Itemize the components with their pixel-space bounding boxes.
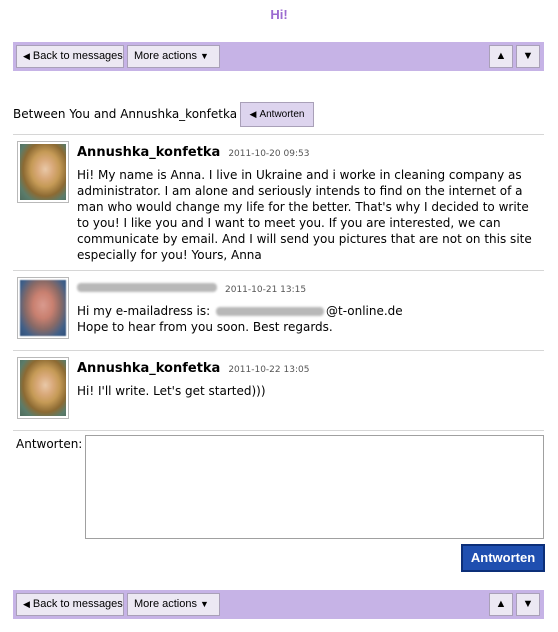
message-text: Hi my e-mailadress is: @t-online.de Hope… <box>77 303 537 335</box>
message-header: Annushka_konfetka 2011-10-20 09:53 <box>77 141 309 160</box>
avatar[interactable] <box>17 141 69 203</box>
message-text-prefix: Hi my e-mailadress is: <box>77 304 211 318</box>
arrow-up-icon: ▲ <box>495 50 507 62</box>
message-text-suffix: @t-online.de <box>326 304 403 318</box>
message-header: Annushka_konfetka 2011-10-22 13:05 <box>77 357 309 376</box>
avatar[interactable] <box>17 357 69 419</box>
message-text-line2: Hope to hear from you soon. Best regards… <box>77 320 333 334</box>
redacted-email <box>216 307 324 316</box>
more-actions-button[interactable]: More actions ▼ <box>127 45 220 68</box>
bottom-toolbar: ◀ Back to messages More actions ▼ ▲ ▼ <box>13 590 544 619</box>
message-item: Annushka_konfetka 2011-10-20 09:53 Hi! My… <box>13 134 544 270</box>
reply-top-label: Antworten <box>259 109 305 120</box>
back-to-messages-button[interactable]: ◀ Back to messages <box>16 593 124 616</box>
message-item: Annushka_konfetka 2011-10-22 13:05 Hi! I'… <box>13 350 544 430</box>
avatar-image <box>20 144 66 200</box>
previous-message-button[interactable]: ▲ <box>489 593 513 616</box>
message-date: 2011-10-22 13:05 <box>228 365 310 375</box>
message-text: Hi! My name is Anna. I live in Ukraine a… <box>77 168 532 262</box>
arrow-down-icon: ▼ <box>522 598 534 610</box>
reply-top-button[interactable]: ◀ Antworten <box>240 102 314 127</box>
triangle-left-icon: ◀ <box>249 109 257 119</box>
message-item: 2011-10-21 13:15 Hi my e-mailadress is: … <box>13 270 544 350</box>
top-toolbar: ◀ Back to messages More actions ▼ ▲ ▼ <box>13 42 544 71</box>
message-text: Hi! I'll write. Let's get started))) <box>77 384 266 398</box>
conversation-heading: Between You and Annushka_konfetka <box>13 107 238 121</box>
avatar-image <box>20 280 66 336</box>
back-to-messages-label: Back to messages <box>32 598 123 610</box>
message-header: 2011-10-21 13:15 <box>77 277 306 296</box>
reply-label: Antworten: <box>16 437 83 451</box>
arrow-up-icon: ▲ <box>495 598 507 610</box>
avatar[interactable] <box>17 277 69 339</box>
reply-area: Antworten: Antworten <box>13 430 545 578</box>
triangle-left-icon: ◀ <box>23 599 30 609</box>
triangle-down-icon: ▼ <box>199 51 209 61</box>
previous-message-button[interactable]: ▲ <box>489 45 513 68</box>
triangle-down-icon: ▼ <box>199 599 209 609</box>
more-actions-label: More actions <box>134 50 197 62</box>
send-reply-button[interactable]: Antworten <box>461 544 545 572</box>
arrow-down-icon: ▼ <box>522 50 534 62</box>
more-actions-button[interactable]: More actions ▼ <box>127 593 220 616</box>
avatar-image <box>20 360 66 416</box>
triangle-left-icon: ◀ <box>23 51 30 61</box>
message-date: 2011-10-21 13:15 <box>225 285 307 295</box>
page-title: Hi! <box>270 7 288 22</box>
sender-name[interactable]: Annushka_konfetka <box>77 145 220 160</box>
more-actions-label: More actions <box>134 598 197 610</box>
back-to-messages-label: Back to messages <box>32 50 123 62</box>
back-to-messages-button[interactable]: ◀ Back to messages <box>16 45 124 68</box>
message-date: 2011-10-20 09:53 <box>228 149 310 159</box>
sender-name[interactable]: Annushka_konfetka <box>77 361 220 376</box>
next-message-button[interactable]: ▼ <box>516 45 540 68</box>
next-message-button[interactable]: ▼ <box>516 593 540 616</box>
reply-textarea[interactable] <box>85 435 544 539</box>
redacted-sender-name <box>77 283 217 292</box>
